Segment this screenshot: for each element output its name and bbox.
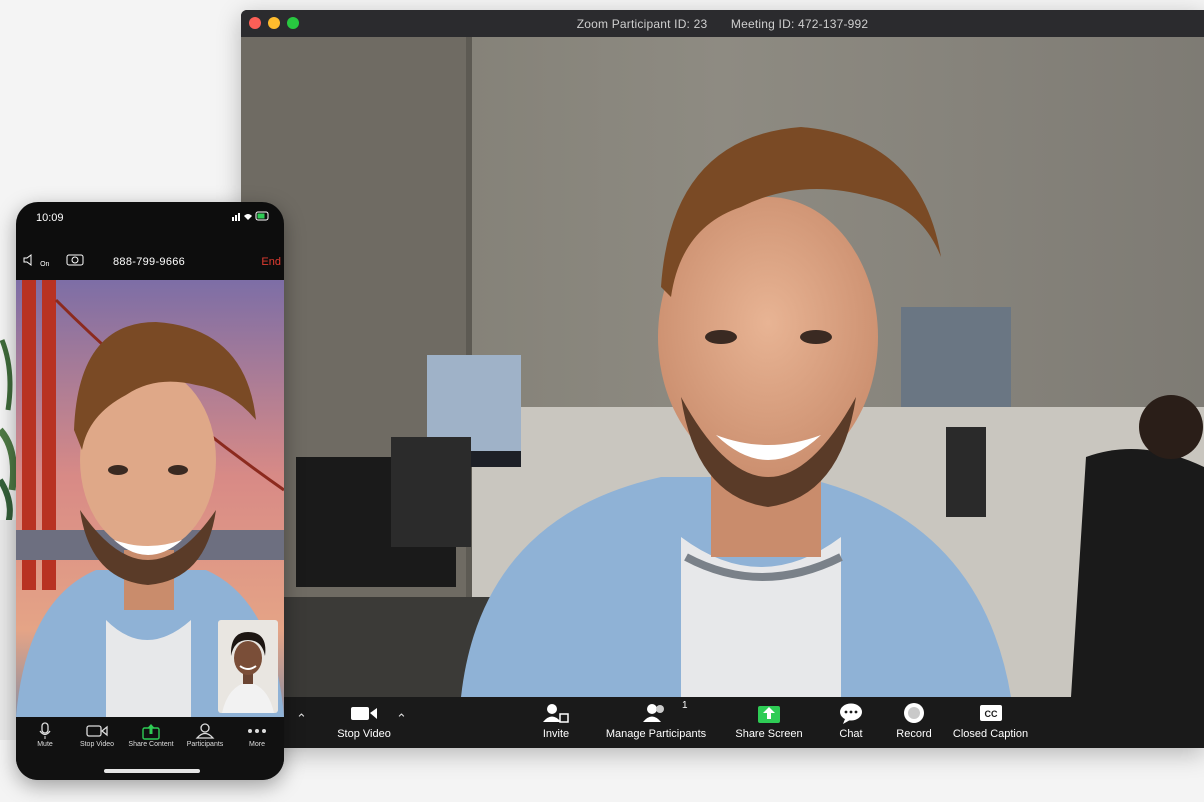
window-title: Zoom Participant ID: 23 Meeting ID: 472-… bbox=[241, 17, 1204, 31]
window-titlebar: Zoom Participant ID: 23 Meeting ID: 472-… bbox=[241, 10, 1204, 37]
participants-icon bbox=[596, 701, 716, 725]
stop-video-button[interactable]: Stop Video bbox=[329, 701, 399, 740]
phone-number: 888-799-9666 bbox=[113, 256, 186, 268]
microphone-icon bbox=[18, 721, 72, 741]
status-time: 10:09 bbox=[36, 212, 64, 224]
phone-status-bar: 10:09 bbox=[16, 202, 284, 232]
audio-options-chevron-icon[interactable]: ⌃ bbox=[296, 711, 307, 727]
speaker-icon bbox=[23, 254, 38, 269]
video-camera-icon bbox=[329, 701, 399, 725]
record-icon bbox=[889, 701, 939, 725]
more-button[interactable]: More bbox=[230, 721, 284, 748]
home-indicator[interactable] bbox=[104, 769, 200, 773]
phone-participants-button[interactable]: Participants bbox=[178, 721, 232, 748]
zoom-desktop-window: Zoom Participant ID: 23 Meeting ID: 472-… bbox=[241, 10, 1204, 748]
phone-stop-video-button[interactable]: Stop Video bbox=[70, 721, 124, 748]
chat-button[interactable]: Chat bbox=[826, 701, 876, 740]
manage-participants-button[interactable]: Manage Participants 1 bbox=[596, 700, 716, 740]
speaker-button[interactable]: On bbox=[23, 254, 49, 269]
switch-camera-icon[interactable] bbox=[66, 253, 84, 269]
invite-button[interactable]: Invite bbox=[526, 701, 586, 740]
end-call-button[interactable]: End bbox=[261, 256, 281, 268]
share-screen-arrow-icon bbox=[729, 701, 809, 725]
share-arrow-icon bbox=[124, 721, 178, 741]
svg-text:CC: CC bbox=[984, 709, 997, 719]
signal-wifi-battery-icon bbox=[232, 211, 270, 224]
phone-video-feed bbox=[16, 280, 284, 717]
share-content-button[interactable]: Share Content bbox=[124, 721, 178, 748]
meeting-toolbar: ⌃ Stop Video ⌃ Invite Manage Participant… bbox=[241, 697, 1204, 748]
invite-person-icon bbox=[526, 701, 586, 725]
mobile-phone: 10:09 On 888-799-9666 End Mute Stop Vide… bbox=[16, 202, 284, 780]
mute-button[interactable]: Mute bbox=[18, 721, 72, 748]
cc-icon: CC bbox=[943, 701, 1038, 725]
main-video-feed bbox=[241, 37, 1204, 697]
participants-icon bbox=[178, 721, 232, 741]
phone-call-bar: On 888-799-9666 End bbox=[16, 248, 284, 278]
chat-bubble-icon bbox=[826, 701, 876, 725]
participant-id: Zoom Participant ID: 23 bbox=[576, 17, 708, 31]
video-camera-icon bbox=[70, 721, 124, 741]
participant-count-badge: 1 bbox=[682, 700, 688, 711]
more-dots-icon bbox=[230, 721, 284, 741]
record-button[interactable]: Record bbox=[889, 701, 939, 740]
meeting-id: Meeting ID: 472-137-992 bbox=[730, 17, 869, 31]
share-screen-button[interactable]: Share Screen bbox=[729, 701, 809, 740]
video-options-chevron-icon[interactable]: ⌃ bbox=[396, 711, 407, 727]
self-view-thumbnail[interactable] bbox=[218, 620, 278, 713]
closed-caption-button[interactable]: CC Closed Caption bbox=[943, 701, 1038, 740]
